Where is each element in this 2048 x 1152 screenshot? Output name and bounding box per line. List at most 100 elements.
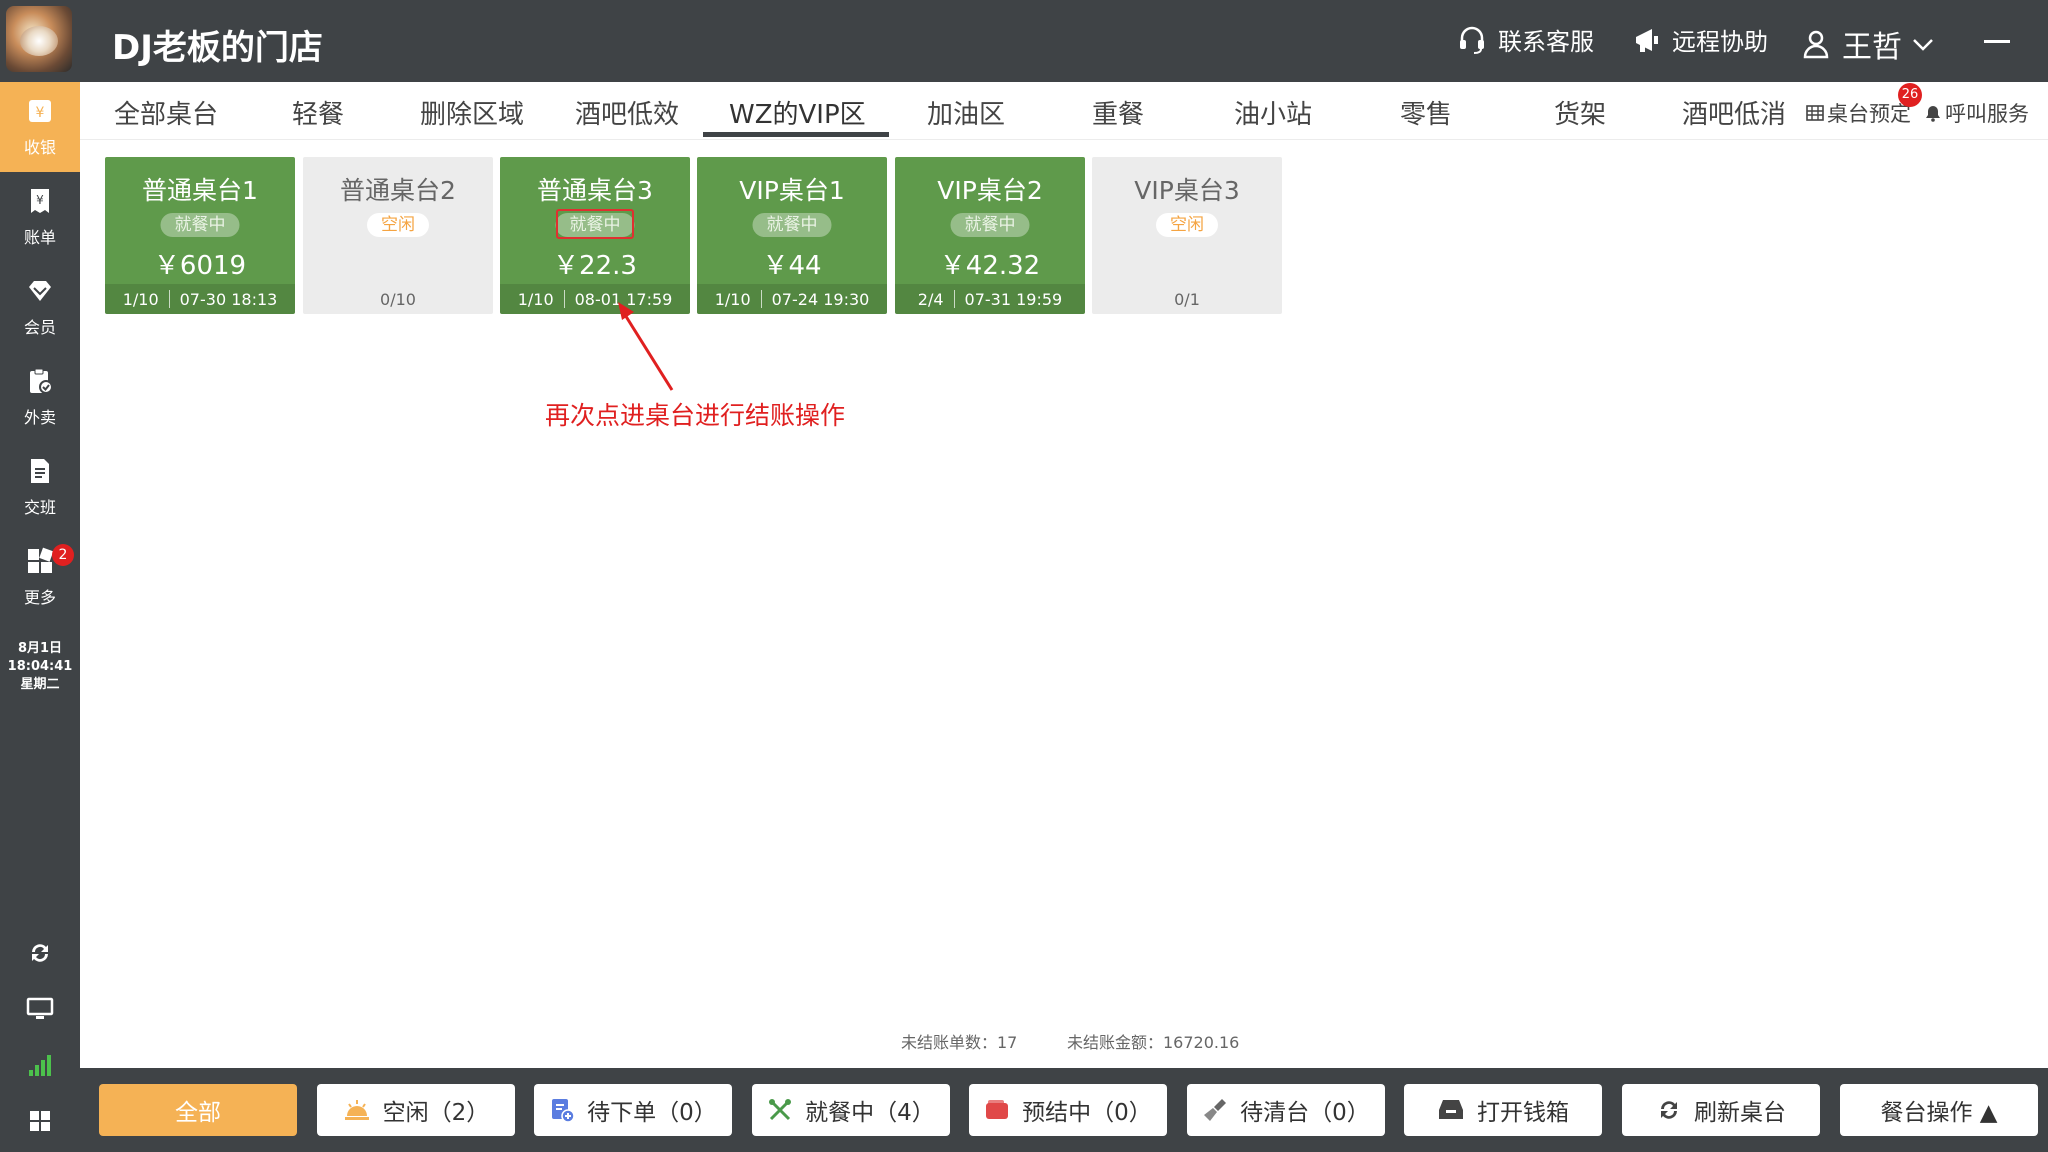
utensils-icon <box>769 1099 792 1121</box>
filter-dining-button[interactable]: 就餐中（4） <box>752 1084 950 1136</box>
tab-bar-min-spend[interactable]: 酒吧低消 <box>1682 94 1786 131</box>
store-name: DJ老板的门店 <box>112 28 323 68</box>
tab-all-tables[interactable]: 全部桌台 <box>114 94 218 131</box>
table-name: 普通桌台3 <box>537 176 653 205</box>
tab-heavy-meal[interactable]: 重餐 <box>1092 94 1144 131</box>
filter-all-label: 全部 <box>175 1100 221 1126</box>
tab-light-meal[interactable]: 轻餐 <box>292 94 344 131</box>
megaphone-icon <box>1636 28 1658 52</box>
unpaid-count: 未结账单数：17 <box>901 1033 1018 1052</box>
filter-all-button[interactable]: 全部 <box>99 1084 297 1136</box>
table-footer: 1/10 07-24 19:30 <box>697 284 887 314</box>
refresh-tables-button[interactable]: 刷新桌台 <box>1622 1084 1820 1136</box>
table-guests: 1/10 <box>517 289 554 309</box>
filter-to-clean-button[interactable]: 待清台（0） <box>1187 1084 1385 1136</box>
left-sidebar: ¥ 收银 ¥ 账单 会员 外卖 交班 更多 2 8月1日 18:04:41 星期… <box>0 82 80 1152</box>
table-guests: 1/10 <box>714 289 751 309</box>
minimize-button[interactable] <box>1984 40 2010 43</box>
sidebar-item-bills[interactable]: ¥ 账单 <box>0 172 80 262</box>
tab-bar-low-efficiency[interactable]: 酒吧低效 <box>575 94 679 131</box>
member-icon <box>25 276 55 306</box>
active-tab-indicator <box>703 132 889 137</box>
sidebar-item-more[interactable]: 更多 2 <box>0 532 80 622</box>
user-menu[interactable]: 王哲 <box>1800 22 1946 66</box>
sidebar-item-shift[interactable]: 交班 <box>0 442 80 532</box>
reservation-badge: 26 <box>1898 83 1922 107</box>
sidebar-label: 会员 <box>23 318 56 337</box>
table-card-vip-2[interactable]: VIP桌台2 就餐中 ￥42.32 2/4 07-31 19:59 <box>895 157 1085 314</box>
call-service-label: 呼叫服务 <box>1945 102 2029 126</box>
reservation-label: 桌台预定 <box>1827 102 1911 126</box>
sidebar-item-takeout[interactable]: 外卖 <box>0 352 80 442</box>
sidebar-clock: 8月1日 18:04:41 星期二 <box>0 640 80 694</box>
bell-icon <box>1926 106 1940 122</box>
broom-icon <box>1204 1099 1227 1121</box>
table-name: 普通桌台2 <box>340 176 456 205</box>
tab-retail[interactable]: 零售 <box>1400 94 1452 131</box>
tab-oil-station[interactable]: 油小站 <box>1234 94 1312 131</box>
table-open-time: 07-30 18:13 <box>179 289 278 309</box>
sidebar-item-cashier[interactable]: ¥ 收银 <box>0 82 80 172</box>
apps-button[interactable] <box>25 1106 55 1136</box>
sunrise-icon <box>344 1100 369 1120</box>
clock-weekday: 星期二 <box>20 677 60 692</box>
annotation-text: 再次点进桌台进行结账操作 <box>545 401 846 430</box>
more-grid-icon <box>25 546 55 576</box>
remote-assist-button[interactable]: 远程协助 <box>1632 22 1768 57</box>
tab-shelf[interactable]: 货架 <box>1554 94 1606 131</box>
table-amount: ￥22.3 <box>553 251 637 281</box>
table-amount: ￥44 <box>762 251 822 281</box>
table-footer: 0/1 <box>1092 284 1282 314</box>
table-card-vip-3[interactable]: VIP桌台3 空闲 0/1 <box>1092 157 1282 314</box>
filter-pre-checkout-label: 预结中（0） <box>1022 1100 1152 1126</box>
cashier-icon: ¥ <box>25 96 55 126</box>
sidebar-label: 账单 <box>23 228 56 247</box>
screen-button[interactable] <box>25 994 55 1024</box>
cash-drawer-icon <box>1439 1100 1463 1119</box>
user-icon <box>1803 30 1829 59</box>
table-card-normal-2[interactable]: 普通桌台2 空闲 0/10 <box>303 157 493 314</box>
tab-deleted-area[interactable]: 删除区域 <box>420 94 524 131</box>
shift-icon <box>25 456 55 486</box>
sync-button[interactable] <box>25 938 55 968</box>
store-logo[interactable] <box>6 6 72 72</box>
table-operations-button[interactable]: 餐台操作 ▲ <box>1840 1084 2038 1136</box>
call-service-button[interactable]: 呼叫服务 <box>1924 98 2029 128</box>
takeout-icon <box>25 366 55 396</box>
support-label: 联系客服 <box>1498 28 1594 56</box>
filter-idle-label: 空闲（2） <box>382 1100 490 1126</box>
table-guests: 2/4 <box>917 289 944 309</box>
filter-pending-order-button[interactable]: 待下单（0） <box>534 1084 732 1136</box>
filter-pre-checkout-button[interactable]: 预结中（0） <box>969 1084 1167 1136</box>
unpaid-amount: 未结账金额：16720.16 <box>1067 1033 1240 1052</box>
annotation-arrow <box>618 302 674 391</box>
signal-icon <box>29 1055 51 1076</box>
svg-text:¥: ¥ <box>36 105 45 121</box>
table-reservation-button[interactable]: 桌台预定 <box>1806 98 1911 128</box>
sidebar-label: 外卖 <box>23 408 56 427</box>
headset-icon <box>1460 26 1484 54</box>
table-amount: ￥42.32 <box>939 251 1041 281</box>
wallet-icon <box>986 1100 1009 1119</box>
filter-idle-button[interactable]: 空闲（2） <box>317 1084 515 1136</box>
clock-date: 8月1日 <box>17 641 63 656</box>
tab-refuel-area[interactable]: 加油区 <box>927 94 1005 131</box>
table-status-badge: 就餐中 <box>950 213 1030 237</box>
top-header: DJ老板的门店 联系客服 远程协助 王哲 <box>0 0 2048 82</box>
table-card-vip-1[interactable]: VIP桌台1 就餐中 ￥44 1/10 07-24 19:30 <box>697 157 887 314</box>
open-cash-drawer-button[interactable]: 打开钱箱 <box>1404 1084 1602 1136</box>
tab-wz-vip[interactable]: WZ的VIP区 <box>729 94 866 131</box>
filter-dining-label: 就餐中（4） <box>805 1100 935 1126</box>
table-open-time: 07-31 19:59 <box>964 289 1063 309</box>
refresh-tables-label: 刷新桌台 <box>1694 1100 1786 1126</box>
table-guests: 1/10 <box>122 289 159 309</box>
table-footer: 0/10 <box>303 284 493 314</box>
table-card-normal-1[interactable]: 普通桌台1 就餐中 ￥6019 1/10 07-30 18:13 <box>105 157 295 314</box>
table-name: VIP桌台3 <box>1134 176 1240 205</box>
chevron-down-icon <box>1913 39 1933 51</box>
support-button[interactable]: 联系客服 <box>1456 22 1594 57</box>
table-open-time: 07-24 19:30 <box>771 289 870 309</box>
sidebar-item-members[interactable]: 会员 <box>0 262 80 352</box>
remote-assist-label: 远程协助 <box>1672 28 1768 56</box>
apps-grid-icon <box>30 1111 50 1131</box>
